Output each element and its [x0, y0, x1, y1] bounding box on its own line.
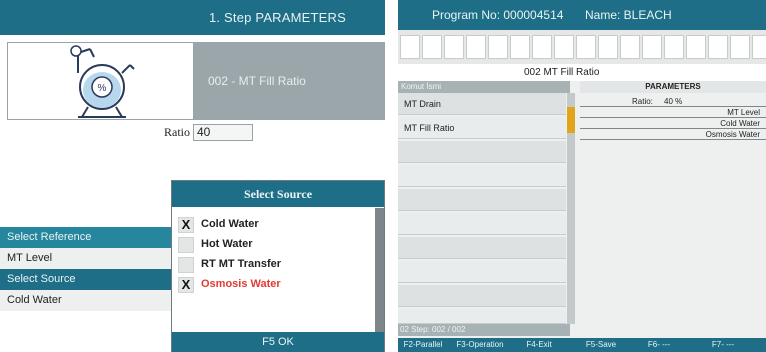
step-row[interactable]: [398, 309, 566, 324]
program-name: Name: BLEACH: [585, 8, 672, 22]
step-row[interactable]: [398, 285, 566, 307]
param-reference: MT Level: [580, 107, 766, 118]
ratio-row: Ratio 40: [0, 120, 385, 145]
step-parameters-panel: 1. Step PARAMETERS % 002 - MT Fill Ratio…: [0, 0, 385, 352]
option-label: Cold Water: [201, 218, 259, 230]
param-value: MT Level: [727, 108, 760, 117]
step-row-mt-drain[interactable]: MT Drain: [398, 93, 566, 115]
param-ratio-value: 40 %: [664, 97, 683, 106]
step-cell[interactable]: [554, 35, 574, 59]
command-name-header: Komut İsmi: [398, 81, 570, 93]
ratio-input[interactable]: 40: [193, 124, 253, 141]
current-step-label: 002 MT Fill Ratio: [524, 67, 600, 78]
parameter-name: 002 - MT Fill Ratio: [194, 42, 385, 120]
step-cell[interactable]: [708, 35, 728, 59]
param-source-2: Osmosis Water: [580, 129, 766, 140]
step-row-mt-fill-ratio[interactable]: MT Fill Ratio: [398, 117, 566, 139]
step-cell[interactable]: [488, 35, 508, 59]
step-row[interactable]: [398, 165, 566, 187]
source-option-hot-water[interactable]: Hot Water: [178, 237, 373, 254]
source-option-osmosis-water[interactable]: X Osmosis Water: [178, 277, 373, 294]
machine-image-box: %: [7, 42, 194, 120]
f3-operation-button[interactable]: F3-Operation: [450, 338, 510, 352]
step-cell[interactable]: [642, 35, 662, 59]
list-item-mt-level[interactable]: MT Level: [0, 248, 172, 269]
option-label: Hot Water: [201, 238, 253, 250]
ratio-label: Ratio: [164, 125, 190, 139]
ok-button[interactable]: F5 OK: [172, 332, 384, 352]
step-cell-strip: [398, 30, 766, 64]
program-number: Program No: 000004514: [432, 8, 564, 22]
source-option-cold-water[interactable]: X Cold Water: [178, 217, 373, 234]
option-checkbox[interactable]: [178, 257, 194, 273]
param-ratio-label: Ratio:: [632, 97, 653, 106]
select-source-dialog: Select Source X Cold Water Hot Water RT …: [171, 180, 385, 352]
step-cell[interactable]: [422, 35, 442, 59]
step-cell[interactable]: [576, 35, 596, 59]
f7-button[interactable]: F7- ---: [698, 338, 748, 352]
step-cell[interactable]: [510, 35, 530, 59]
header-bar: [0, 0, 195, 35]
step-cell[interactable]: [466, 35, 486, 59]
program-header: Program No: 000004514 Name: BLEACH: [398, 0, 766, 30]
step-cell[interactable]: [598, 35, 618, 59]
step-cell[interactable]: [752, 35, 766, 59]
step-cell[interactable]: [730, 35, 750, 59]
step-row[interactable]: [398, 189, 566, 211]
dialog-title: Select Source: [172, 181, 384, 207]
option-checkbox[interactable]: [178, 237, 194, 253]
step-title: 1. Step PARAMETERS: [195, 0, 385, 35]
param-value: Osmosis Water: [705, 130, 760, 139]
program-panel: Program No: 000004514 Name: BLEACH 002 M…: [398, 0, 766, 352]
function-key-bar: F2-Parallel F3-Operation F4-Exit F5-Save…: [398, 338, 766, 352]
param-ratio: Ratio: 40 %: [580, 96, 766, 107]
option-checkbox[interactable]: X: [178, 277, 194, 293]
step-cell[interactable]: [532, 35, 552, 59]
dyeing-machine-icon: %: [70, 45, 135, 118]
svg-text:%: %: [98, 83, 107, 94]
step-row[interactable]: [398, 141, 566, 163]
f6-button[interactable]: F6- ---: [634, 338, 684, 352]
step-cell[interactable]: [444, 35, 464, 59]
steps-scroll-thumb[interactable]: [567, 107, 575, 133]
parameters-header: PARAMETERS: [580, 81, 766, 93]
step-cell[interactable]: [400, 35, 420, 59]
step-row[interactable]: [398, 237, 566, 259]
step-row[interactable]: [398, 261, 566, 283]
option-label: RT MT Transfer: [201, 258, 282, 270]
step-cell[interactable]: [620, 35, 640, 59]
list-item-select-source[interactable]: Select Source: [0, 269, 172, 290]
list-item-cold-water[interactable]: Cold Water: [0, 290, 172, 311]
option-label: Osmosis Water: [201, 278, 281, 290]
f4-exit-button[interactable]: F4-Exit: [514, 338, 564, 352]
list-item-select-reference[interactable]: Select Reference: [0, 227, 172, 248]
param-source-1: Cold Water: [580, 118, 766, 129]
screen: 1. Step PARAMETERS % 002 - MT Fill Ratio…: [0, 0, 766, 352]
step-cell[interactable]: [664, 35, 684, 59]
param-value: Cold Water: [720, 119, 760, 128]
step-row[interactable]: [398, 213, 566, 235]
f2-parallel-button[interactable]: F2-Parallel: [398, 338, 448, 352]
f5-save-button[interactable]: F5-Save: [576, 338, 626, 352]
step-status: 02 Step: 002 / 002: [398, 324, 570, 336]
step-cell[interactable]: [686, 35, 706, 59]
dialog-scrollbar[interactable]: [375, 208, 384, 332]
option-checkbox[interactable]: X: [178, 217, 194, 233]
current-step-line: 002 MT Fill Ratio: [398, 64, 766, 81]
source-option-rt-mt-transfer[interactable]: RT MT Transfer: [178, 257, 373, 274]
